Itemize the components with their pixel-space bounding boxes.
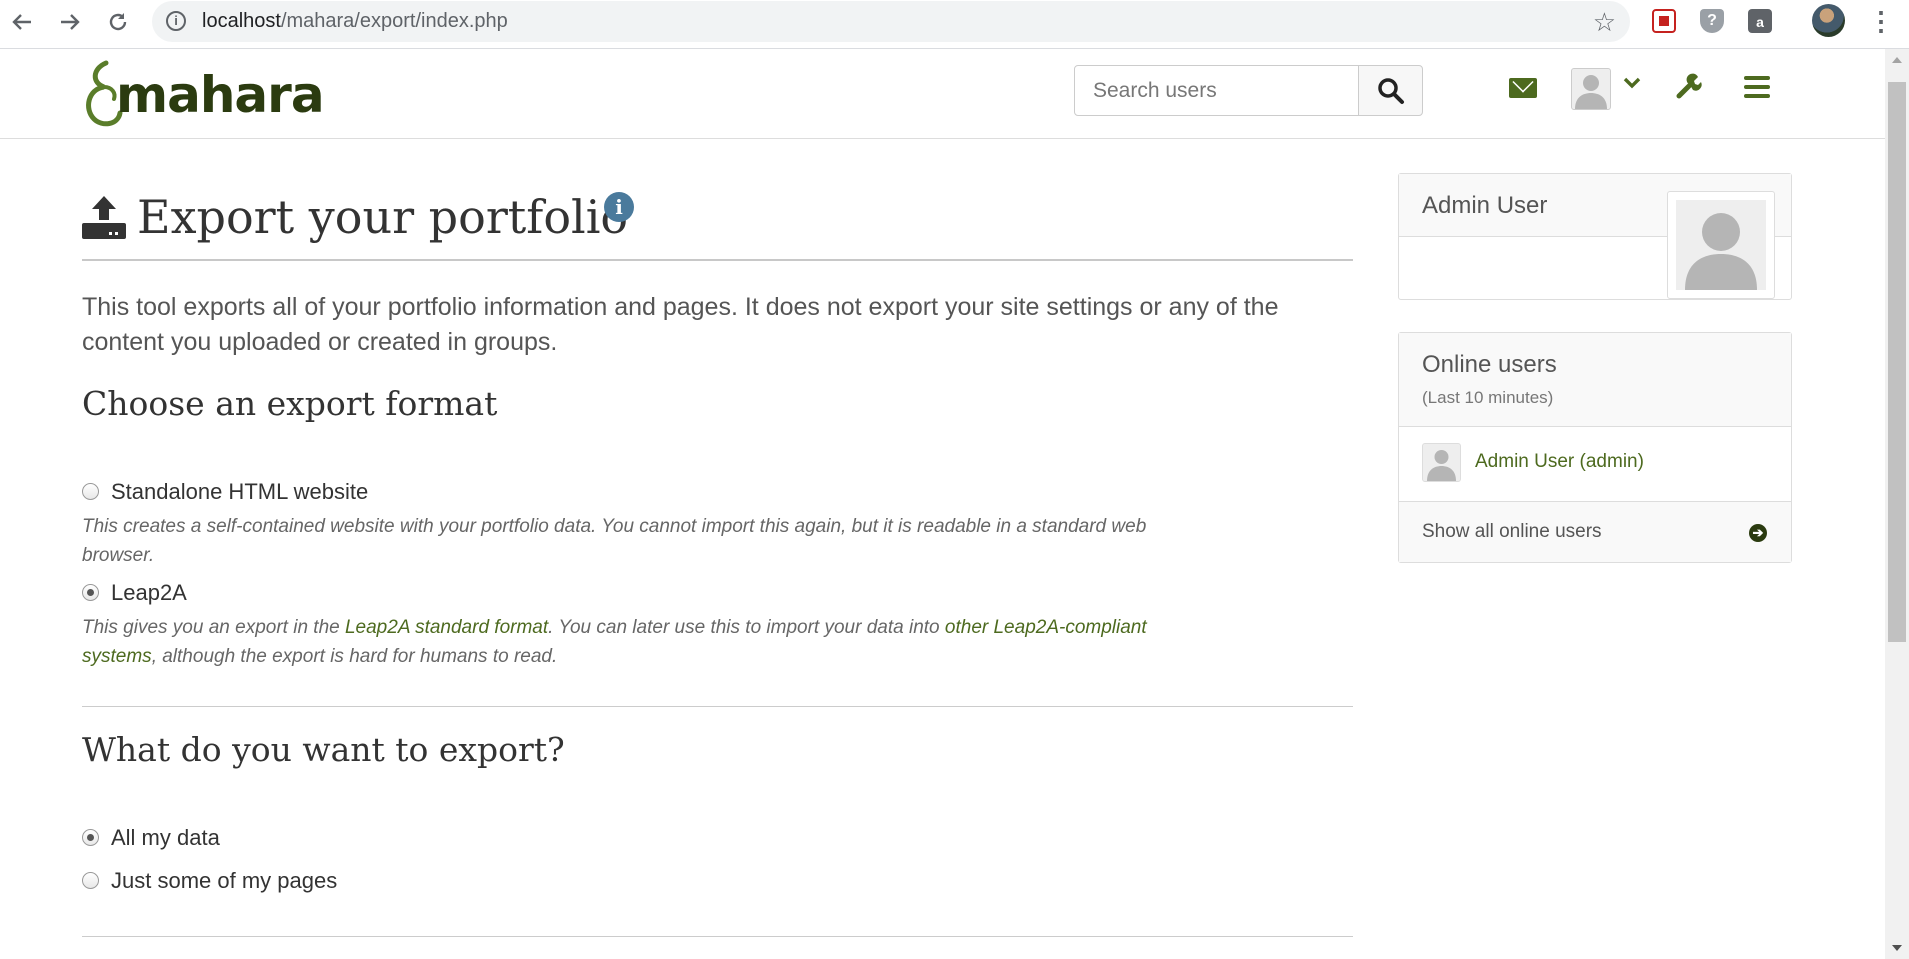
what-heading: What do you want to export? bbox=[82, 730, 565, 769]
radio-html[interactable] bbox=[82, 483, 99, 500]
hamburger-menu-icon[interactable] bbox=[1744, 76, 1770, 98]
radio-leap2a[interactable] bbox=[82, 584, 99, 601]
section-divider bbox=[82, 936, 1353, 937]
site-header: mahara bbox=[0, 49, 1885, 139]
browser-profile-avatar[interactable] bbox=[1812, 4, 1845, 37]
user-silhouette-icon bbox=[1427, 450, 1456, 481]
arrow-right-circle-icon: ➔ bbox=[1749, 524, 1767, 542]
radio-some-pages[interactable] bbox=[82, 872, 99, 889]
online-users-subtitle: (Last 10 minutes) bbox=[1422, 388, 1554, 407]
user-menu-button[interactable] bbox=[1571, 68, 1643, 112]
bookmark-star-icon[interactable]: ☆ bbox=[1593, 7, 1616, 38]
profile-avatar[interactable] bbox=[1667, 191, 1775, 299]
format-heading: Choose an export format bbox=[82, 384, 498, 423]
page-title: Export your portfolio bbox=[137, 190, 629, 244]
reload-icon[interactable] bbox=[102, 6, 134, 38]
desc-text: . You can later use this to import your … bbox=[548, 617, 945, 638]
scroll-up-arrow-icon[interactable] bbox=[1892, 57, 1902, 63]
chevron-down-icon bbox=[1623, 77, 1641, 89]
shield-extension-icon[interactable]: ? bbox=[1700, 9, 1724, 33]
page-scrollbar[interactable] bbox=[1885, 49, 1909, 959]
address-url[interactable]: localhost/mahara/export/index.php bbox=[202, 10, 508, 33]
user-silhouette-icon bbox=[1685, 213, 1757, 290]
mahara-logo[interactable]: mahara bbox=[80, 59, 325, 139]
scrollbar-thumb[interactable] bbox=[1888, 82, 1906, 642]
desc-text: , although the export is hard for humans… bbox=[151, 646, 558, 667]
back-icon[interactable] bbox=[6, 6, 38, 38]
online-users-card: Online users (Last 10 minutes) Admin Use… bbox=[1398, 332, 1792, 563]
address-bar[interactable]: i localhost/mahara/export/index.php ☆ bbox=[152, 1, 1630, 42]
search-icon bbox=[1378, 78, 1404, 104]
search-input[interactable] bbox=[1074, 65, 1359, 116]
leap2a-standard-link[interactable]: Leap2A standard format bbox=[345, 617, 548, 638]
profile-name[interactable]: Admin User bbox=[1422, 192, 1547, 220]
online-user-link[interactable]: Admin User (admin) bbox=[1475, 451, 1644, 473]
format-label-html[interactable]: Standalone HTML website bbox=[111, 479, 368, 505]
browser-toolbar: i localhost/mahara/export/index.php ☆ ? … bbox=[0, 0, 1909, 49]
user-avatar bbox=[1571, 68, 1611, 110]
url-host: localhost bbox=[202, 10, 281, 32]
url-path: /mahara/export/index.php bbox=[280, 10, 508, 32]
mail-icon[interactable] bbox=[1509, 78, 1537, 98]
show-all-online-users-link[interactable]: Show all online users ➔ bbox=[1399, 502, 1791, 562]
option-label-some-pages[interactable]: Just some of my pages bbox=[111, 868, 337, 894]
show-all-label[interactable]: Show all online users bbox=[1422, 521, 1602, 543]
desc-text: This gives you an export in the bbox=[82, 617, 345, 638]
kebab-menu-icon[interactable]: ⋮ bbox=[1868, 6, 1894, 37]
page-title-row: Export your portfolio i bbox=[82, 190, 1353, 260]
wrench-icon[interactable] bbox=[1676, 73, 1702, 99]
section-divider bbox=[82, 706, 1353, 707]
format-desc-html: This creates a self-contained website wi… bbox=[82, 516, 1147, 566]
bag-extension-icon[interactable]: a bbox=[1748, 9, 1772, 33]
forward-icon[interactable] bbox=[54, 6, 86, 38]
scroll-down-arrow-icon[interactable] bbox=[1892, 945, 1902, 951]
logo-text: mahara bbox=[116, 66, 325, 124]
title-divider bbox=[82, 259, 1353, 261]
site-info-icon[interactable]: i bbox=[166, 11, 186, 31]
list-item: Admin User (admin) bbox=[1399, 427, 1791, 502]
intro-text: This tool exports all of your portfolio … bbox=[82, 293, 1279, 356]
export-upload-icon bbox=[82, 196, 126, 239]
profile-card: Admin User bbox=[1398, 173, 1792, 300]
user-silhouette-icon bbox=[1575, 75, 1607, 109]
format-desc-leap2a: This gives you an export in the Leap2A s… bbox=[82, 613, 1202, 671]
online-users-header: Online users (Last 10 minutes) bbox=[1399, 333, 1791, 427]
online-users-title: Online users bbox=[1422, 351, 1557, 378]
option-label-all-data[interactable]: All my data bbox=[111, 825, 220, 851]
info-icon[interactable]: i bbox=[604, 192, 634, 222]
search-button[interactable] bbox=[1358, 65, 1423, 116]
format-label-leap2a[interactable]: Leap2A bbox=[111, 580, 187, 606]
extension-icon[interactable] bbox=[1652, 9, 1676, 33]
radio-all-data[interactable] bbox=[82, 829, 99, 846]
avatar[interactable] bbox=[1422, 443, 1461, 482]
